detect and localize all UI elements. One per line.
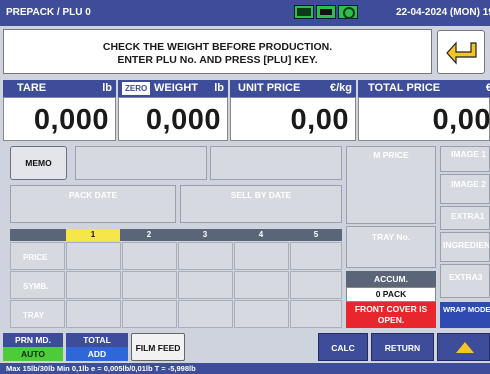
table-cell[interactable] [122, 242, 177, 270]
total-button[interactable]: TOTAL [66, 333, 128, 347]
table-cell[interactable] [122, 300, 177, 328]
table-cell[interactable] [290, 300, 342, 328]
tray-column-4[interactable]: 4 [234, 229, 288, 241]
weight-label: WEIGHT [154, 82, 198, 94]
tare-display: 0,000 [3, 97, 116, 141]
sell-by-date-button[interactable]: SELL BY DATE [180, 185, 342, 223]
table-cell[interactable] [290, 271, 342, 299]
table-cell[interactable] [178, 242, 233, 270]
row-label-symb-cell: SYMB. [10, 271, 65, 299]
total-price-display: 0,00 [358, 97, 490, 141]
tray-column-2[interactable]: 2 [122, 229, 176, 241]
instruction-line-2: ENTER PLU No. AND PRESS [PLU] KEY. [117, 54, 318, 66]
prn-md-button[interactable]: PRN MD. [3, 333, 63, 347]
row-label-price: PRICE [23, 253, 48, 262]
table-cell[interactable] [290, 242, 342, 270]
extra-3-label: EXTRA3 [449, 272, 483, 282]
row-label-tray: TRAY [23, 311, 45, 320]
memo-slot-2[interactable] [210, 146, 342, 180]
zero-badge: ZERO [122, 82, 151, 95]
image-2-button[interactable]: IMAGE 2 [440, 174, 490, 204]
screen-title: PREPACK / PLU 0 [6, 7, 91, 18]
back-button[interactable] [437, 30, 485, 74]
table-cell[interactable] [122, 271, 177, 299]
table-cell[interactable] [234, 271, 289, 299]
tare-value: 0,000 [33, 104, 109, 136]
table-cell[interactable] [178, 300, 233, 328]
wrap-mode-button[interactable]: WRAP MODE [440, 302, 490, 328]
tray-column-1[interactable]: 1 [66, 229, 120, 241]
image-1-button[interactable]: IMAGE 1 [440, 146, 490, 172]
memo-slot-1[interactable] [75, 146, 207, 180]
tare-header: TARE lb [3, 80, 116, 97]
row-label-price-cell: PRICE [10, 242, 65, 270]
tare-unit: lb [102, 82, 112, 94]
return-button[interactable]: RETURN [371, 333, 434, 361]
calc-button[interactable]: CALC [318, 333, 368, 361]
pack-count: 0 PACK [346, 287, 436, 302]
row-label-symb: SYMB. [23, 282, 49, 291]
table-cell[interactable] [178, 271, 233, 299]
title-bar: PREPACK / PLU 0 22-04-2024 (MON) 19: [0, 0, 490, 26]
row-label-tray-cell: TRAY [10, 300, 65, 328]
accum-header: ACCUM. [346, 271, 436, 287]
unit-price-display: 0,00 [230, 97, 356, 141]
instruction-panel: CHECK THE WEIGHT BEFORE PRODUCTION. ENTE… [3, 29, 432, 74]
tray-no-button[interactable]: TRAY No. [346, 226, 436, 268]
return-arrow-icon [446, 41, 477, 65]
instruction-line-1: CHECK THE WEIGHT BEFORE PRODUCTION. [102, 41, 333, 53]
pack-date-label: PACK DATE [68, 190, 118, 200]
total-price-value: 0,00 [432, 104, 490, 136]
front-cover-alert: FRONT COVER IS OPEN. [346, 302, 436, 328]
scale-info-footer: Max 15lb/30lb Min 0,1lb e = 0,005lb/0,01… [0, 363, 490, 374]
tare-label: TARE [17, 82, 47, 94]
image-2-label: IMAGE 2 [451, 179, 486, 189]
front-cover-line-1: FRONT COVER IS [354, 304, 428, 314]
table-cell[interactable] [234, 300, 289, 328]
table-cell[interactable] [234, 242, 289, 270]
total-value[interactable]: ADD [66, 347, 128, 361]
ingredients-button[interactable]: INGREDIEN [440, 232, 490, 262]
unit-price-label: UNIT PRICE [238, 82, 301, 94]
tray-column-3[interactable]: 3 [178, 229, 232, 241]
wrap-mode-label: WRAP MODE [443, 305, 490, 314]
m-price-label: M PRICE [373, 150, 409, 160]
display-icon [294, 5, 314, 19]
battery-icon [316, 5, 336, 19]
prn-md-value[interactable]: AUTO [3, 347, 63, 361]
m-price-button[interactable]: M PRICE [346, 146, 436, 224]
tray-column-5[interactable]: 5 [290, 229, 342, 241]
unit-price-unit: €/kg [329, 82, 352, 94]
memo-button[interactable]: MEMO [10, 146, 67, 180]
image-1-label: IMAGE 1 [451, 149, 486, 159]
table-cell[interactable] [66, 271, 121, 299]
total-price-unit: € [485, 82, 490, 94]
network-icon [338, 5, 358, 19]
table-cell[interactable] [66, 242, 121, 270]
table-cell[interactable] [66, 300, 121, 328]
tray-no-label: TRAY No. [371, 232, 411, 242]
memo-label: MEMO [25, 158, 52, 168]
unit-price-value: 0,00 [290, 104, 349, 136]
ingredients-label: INGREDIEN [443, 240, 490, 250]
front-cover-line-2: OPEN. [377, 315, 405, 325]
extra-1-button[interactable]: EXTRA1 [440, 206, 490, 230]
weight-header: ZERO WEIGHT lb [118, 80, 228, 97]
film-feed-button[interactable]: FILM FEED [131, 333, 185, 361]
total-price-header: TOTAL PRICE € [358, 80, 490, 97]
extra-1-label: EXTRA1 [451, 211, 485, 221]
datetime: 22-04-2024 (MON) 19: [396, 7, 490, 18]
total-price-label: TOTAL PRICE [368, 82, 441, 94]
weight-display: 0,000 [118, 97, 228, 141]
weight-value: 0,000 [145, 104, 221, 136]
unit-price-header: UNIT PRICE €/kg [230, 80, 356, 97]
scroll-up-button[interactable] [437, 333, 490, 361]
extra-3-button[interactable]: EXTRA3 [440, 264, 490, 298]
pack-date-button[interactable]: PACK DATE [10, 185, 176, 223]
weight-unit: lb [214, 82, 224, 94]
sell-by-date-label: SELL BY DATE [230, 190, 292, 200]
